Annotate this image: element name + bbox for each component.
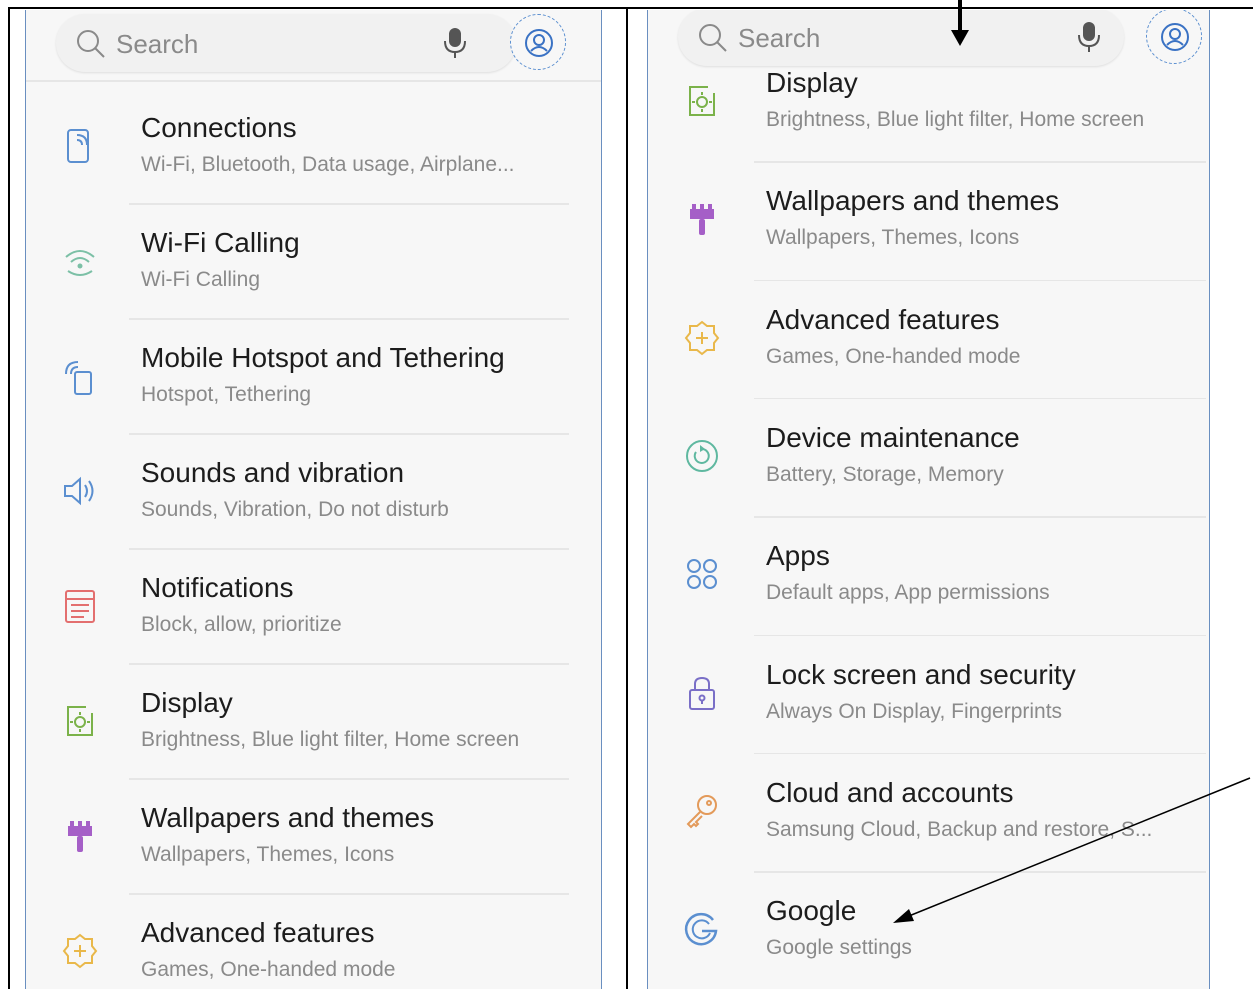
item-subtitle: Always On Display, Fingerprints [766, 699, 1063, 723]
item-subtitle: Wi-Fi, Bluetooth, Data usage, Airplane..… [141, 153, 515, 176]
item-subtitle: Hotspot, Tethering [141, 383, 312, 406]
settings-item-advanced-features[interactable]: Advanced features Games, One-handed mode [648, 282, 1209, 397]
hotspot-icon [65, 361, 92, 395]
item-subtitle: Wallpapers, Themes, Icons [141, 843, 395, 866]
search-placeholder: Search [116, 29, 199, 59]
settings-item-notifications[interactable]: Notifications Block, allow, prioritize [26, 550, 601, 665]
device-maintenance-icon [686, 439, 718, 472]
item-title: Advanced features [766, 303, 1000, 335]
advanced-features-icon [62, 933, 98, 969]
item-subtitle: Brightness, Blue light filter, Home scre… [141, 728, 520, 751]
settings-item-display[interactable]: Display Brightness, Blue light filter, Ho… [648, 45, 1209, 160]
settings-item-device-maintenance[interactable]: Device maintenance Battery, Storage, Memo… [648, 400, 1209, 515]
item-subtitle: Wallpapers, Themes, Icons [766, 226, 1020, 250]
item-title: Notifications [141, 572, 294, 603]
item-title: Wallpapers and themes [141, 802, 435, 833]
item-subtitle: Sounds, Vibration, Do not disturb [141, 498, 449, 521]
settings-item-wallpapers-and-themes[interactable]: Wallpapers and themes Wallpapers, Themes,… [26, 780, 601, 895]
settings-item-display[interactable]: Display Brightness, Blue light filter, Ho… [26, 665, 601, 780]
display-icon [689, 86, 715, 116]
frame-left [8, 7, 10, 989]
key-icon [686, 794, 717, 829]
item-title: Wi-Fi Calling [141, 227, 300, 258]
item-subtitle: Games, One-handed mode [766, 344, 1021, 368]
item-subtitle: Games, One-handed mode [141, 958, 396, 981]
notifications-icon [65, 590, 95, 623]
item-title: Advanced features [141, 917, 375, 948]
settings-item-sounds-and-vibration[interactable]: Sounds and vibration Sounds, Vibration, D… [26, 435, 601, 550]
search-divider [26, 80, 601, 82]
item-title: Display [141, 687, 233, 718]
item-subtitle: Samsung Cloud, Backup and restore, S... [766, 817, 1153, 841]
account-button[interactable] [510, 14, 566, 70]
item-subtitle: Battery, Storage, Memory [766, 462, 1004, 486]
apps-icon [687, 559, 717, 590]
paintbrush-icon [690, 204, 714, 236]
item-title: Display [766, 67, 858, 98]
item-title: Wallpapers and themes [766, 185, 1060, 217]
wifi-calling-icon [65, 250, 95, 276]
advanced-features-icon [684, 320, 720, 355]
settings-item-advanced-features[interactable]: Advanced features Games, One-handed mode [26, 895, 601, 989]
settings-item-connections[interactable]: Connections Wi-Fi, Bluetooth, Data usage,… [26, 90, 601, 205]
settings-item-wallpapers-and-themes[interactable]: Wallpapers and themes Wallpapers, Themes,… [648, 163, 1209, 278]
item-subtitle: Brightness, Blue light filter, Home scre… [766, 108, 1145, 131]
item-title: Google [766, 895, 857, 927]
google-icon [684, 913, 718, 946]
connections-icon [67, 129, 89, 163]
frame-top-left [8, 7, 626, 9]
item-title: Cloud and accounts [766, 776, 1014, 808]
item-title: Connections [141, 112, 297, 143]
lock-icon [689, 676, 715, 710]
microphone-icon[interactable] [442, 27, 468, 59]
search-icon [77, 30, 105, 58]
settings-item-lock-screen-and-security[interactable]: Lock screen and security Always On Displa… [648, 637, 1209, 752]
settings-screen-left: Search Connections Wi-Fi, Bluetooth, Data… [25, 10, 602, 989]
account-icon [525, 29, 553, 57]
frame-middle [626, 7, 628, 989]
item-title: Mobile Hotspot and Tethering [141, 342, 505, 373]
settings-item-apps[interactable]: Apps Default apps, App permissions [648, 518, 1209, 633]
search-bar[interactable]: Search [56, 14, 516, 72]
item-subtitle: Block, allow, prioritize [141, 613, 342, 636]
item-title: Device maintenance [766, 421, 1020, 453]
settings-item-wi-fi-calling[interactable]: Wi-Fi Calling Wi-Fi Calling [26, 205, 601, 320]
item-subtitle: Wi-Fi Calling [141, 268, 261, 291]
settings-item-google[interactable]: Google Google settings [648, 873, 1209, 988]
frame-top-right [628, 7, 1253, 9]
paintbrush-icon [68, 821, 92, 852]
item-title: Apps [766, 540, 830, 572]
settings-item-cloud-and-accounts[interactable]: Cloud and accounts Samsung Cloud, Backup … [648, 755, 1209, 870]
item-title: Sounds and vibration [141, 457, 405, 488]
sound-icon [64, 476, 94, 506]
item-title: Lock screen and security [766, 658, 1076, 690]
settings-screen-right: Search Display Brightness, Blue light fil… [647, 10, 1210, 989]
settings-item-mobile-hotspot-and-tethering[interactable]: Mobile Hotspot and Tethering Hotspot, Tet… [26, 320, 601, 435]
display-icon [67, 706, 93, 736]
item-subtitle: Google settings [766, 936, 912, 960]
item-subtitle: Default apps, App permissions [766, 581, 1050, 605]
